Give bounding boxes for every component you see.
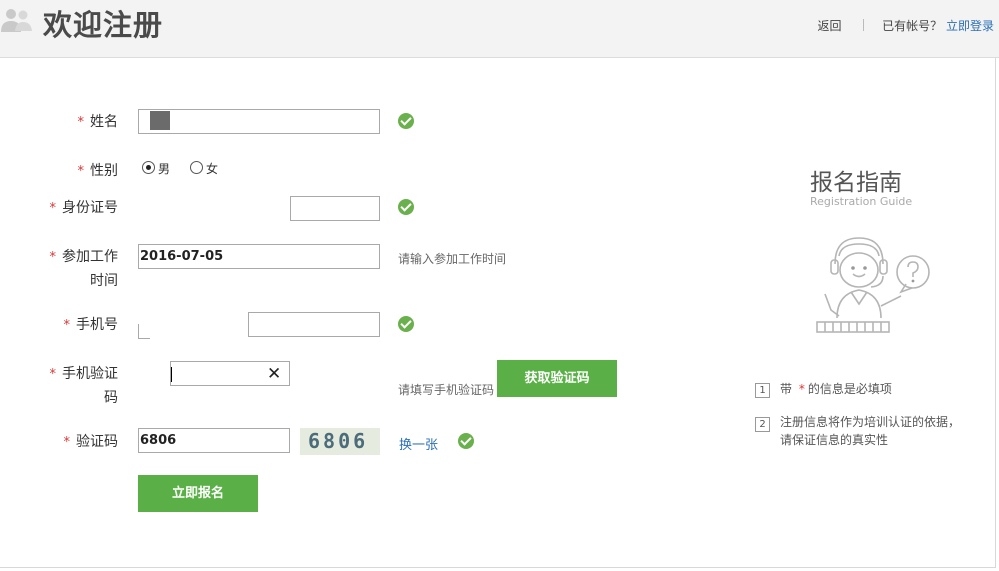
nav-divider bbox=[863, 19, 865, 31]
mobile-input[interactable] bbox=[248, 312, 380, 337]
work-start-date-input[interactable]: 2016-07-05 bbox=[138, 244, 380, 269]
top-nav: 返回 已有帐号？ 立即登录 bbox=[817, 17, 994, 34]
mobile-valid-check-icon bbox=[398, 316, 414, 332]
clear-icon[interactable]: ✕ bbox=[267, 364, 281, 384]
gender-male-label[interactable]: 男 bbox=[158, 160, 170, 177]
refresh-captcha-link[interactable]: 换一张 bbox=[399, 434, 438, 453]
guide-step-2-number: 2 bbox=[755, 417, 770, 432]
id-card-valid-check-icon bbox=[398, 199, 414, 215]
sms-code-label-line2: 码 bbox=[104, 390, 118, 406]
guide-step-1-text: 带 * 的信息是必填项 bbox=[780, 382, 892, 396]
captcha-input[interactable]: 6806 bbox=[138, 428, 290, 453]
guide-subtitle: Registration Guide bbox=[810, 195, 913, 208]
name-input[interactable] bbox=[138, 109, 380, 134]
captcha-image[interactable]: 6806 bbox=[300, 428, 380, 455]
gender-male-radio[interactable] bbox=[142, 161, 155, 174]
guide-title: 报名指南 bbox=[810, 170, 902, 196]
text-cursor bbox=[171, 367, 172, 382]
gender-female-radio[interactable] bbox=[190, 161, 203, 174]
mobile-input-fragment bbox=[138, 324, 150, 339]
login-link[interactable]: 立即登录 bbox=[946, 17, 994, 34]
name-valid-check-icon bbox=[398, 113, 414, 129]
page-header: 欢迎注册 返回 已有帐号？ 立即登录 bbox=[0, 0, 999, 58]
mobile-label: * 手机号 bbox=[63, 317, 119, 333]
have-account-text: 已有帐号？ bbox=[882, 19, 943, 33]
sms-code-hint: 请填写手机验证码 bbox=[398, 383, 495, 397]
id-card-label: * 身份证号 bbox=[49, 200, 119, 216]
captcha-valid-check-icon bbox=[458, 433, 474, 449]
required-mark: * bbox=[77, 115, 85, 130]
page-title: 欢迎注册 bbox=[43, 8, 164, 42]
captcha-label: * 验证码 bbox=[63, 434, 119, 450]
gender-female-label[interactable]: 女 bbox=[206, 160, 218, 177]
submit-button[interactable]: 立即报名 bbox=[138, 475, 258, 512]
get-sms-code-button[interactable]: 获取验证码 bbox=[497, 360, 617, 397]
guide-step-1-number: 1 bbox=[755, 383, 770, 398]
gender-label: * 性别 bbox=[77, 163, 119, 179]
work-start-hint: 请输入参加工作时间 bbox=[398, 252, 507, 266]
sms-code-label: * 手机验证 bbox=[49, 366, 119, 382]
id-card-input[interactable] bbox=[290, 196, 380, 221]
back-link[interactable]: 返回 bbox=[817, 17, 841, 34]
support-agent-icon bbox=[816, 237, 930, 333]
users-icon bbox=[1, 9, 32, 32]
work-start-label-line2: 时间 bbox=[90, 273, 118, 289]
guide-step-2-line2: 请保证信息的真实性 bbox=[780, 433, 889, 447]
name-label: * 姓名 bbox=[77, 114, 119, 130]
name-redaction-block bbox=[150, 111, 170, 130]
work-start-label: * 参加工作 bbox=[49, 249, 119, 265]
captcha-image-text: 6806 bbox=[308, 429, 369, 453]
